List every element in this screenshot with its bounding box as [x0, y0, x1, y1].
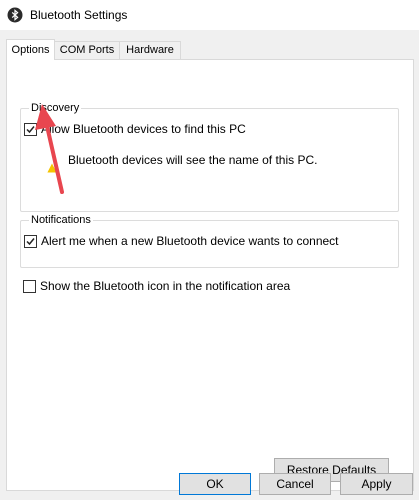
ok-button[interactable]: OK	[179, 473, 251, 495]
alert-new-device-label[interactable]: Alert me when a new Bluetooth device wan…	[41, 234, 339, 248]
warning-icon	[47, 163, 57, 173]
tab-options[interactable]: Options	[6, 39, 55, 60]
show-bluetooth-icon-label[interactable]: Show the Bluetooth icon in the notificat…	[40, 279, 290, 293]
allow-discovery-checkbox-box[interactable]	[24, 123, 37, 136]
show-bluetooth-icon-checkbox[interactable]: Show the Bluetooth icon in the notificat…	[23, 279, 313, 295]
notifications-group-title: Notifications	[29, 213, 93, 227]
tab-com-ports[interactable]: COM Ports	[54, 41, 120, 59]
allow-discovery-label[interactable]: Allow Bluetooth devices to find this PC	[41, 122, 246, 136]
alert-new-device-checkbox-box[interactable]	[24, 235, 37, 248]
bluetooth-icon	[7, 7, 23, 23]
alert-new-device-checkbox[interactable]: Alert me when a new Bluetooth device wan…	[24, 234, 364, 250]
checkmark-icon	[26, 238, 35, 246]
allow-discovery-checkbox[interactable]: Allow Bluetooth devices to find this PC	[24, 122, 324, 138]
dialog-body: Options COM Ports Hardware Discovery All…	[0, 30, 419, 500]
tab-hardware[interactable]: Hardware	[119, 41, 181, 59]
discovery-group-title: Discovery	[29, 101, 82, 115]
show-bluetooth-icon-checkbox-box[interactable]	[23, 280, 36, 293]
title-bar: Bluetooth Settings	[0, 0, 419, 30]
cancel-button[interactable]: Cancel	[259, 473, 331, 495]
checkmark-icon	[26, 126, 35, 134]
discovery-group: Discovery Allow Bluetooth devices to fin…	[20, 101, 399, 212]
window-title: Bluetooth Settings	[30, 8, 128, 22]
discovery-note: Bluetooth devices will see the name of t…	[68, 153, 318, 167]
notifications-group: Notifications Alert me when a new Blueto…	[20, 213, 399, 268]
options-panel: Discovery Allow Bluetooth devices to fin…	[6, 59, 414, 491]
apply-button[interactable]: Apply	[340, 473, 413, 495]
